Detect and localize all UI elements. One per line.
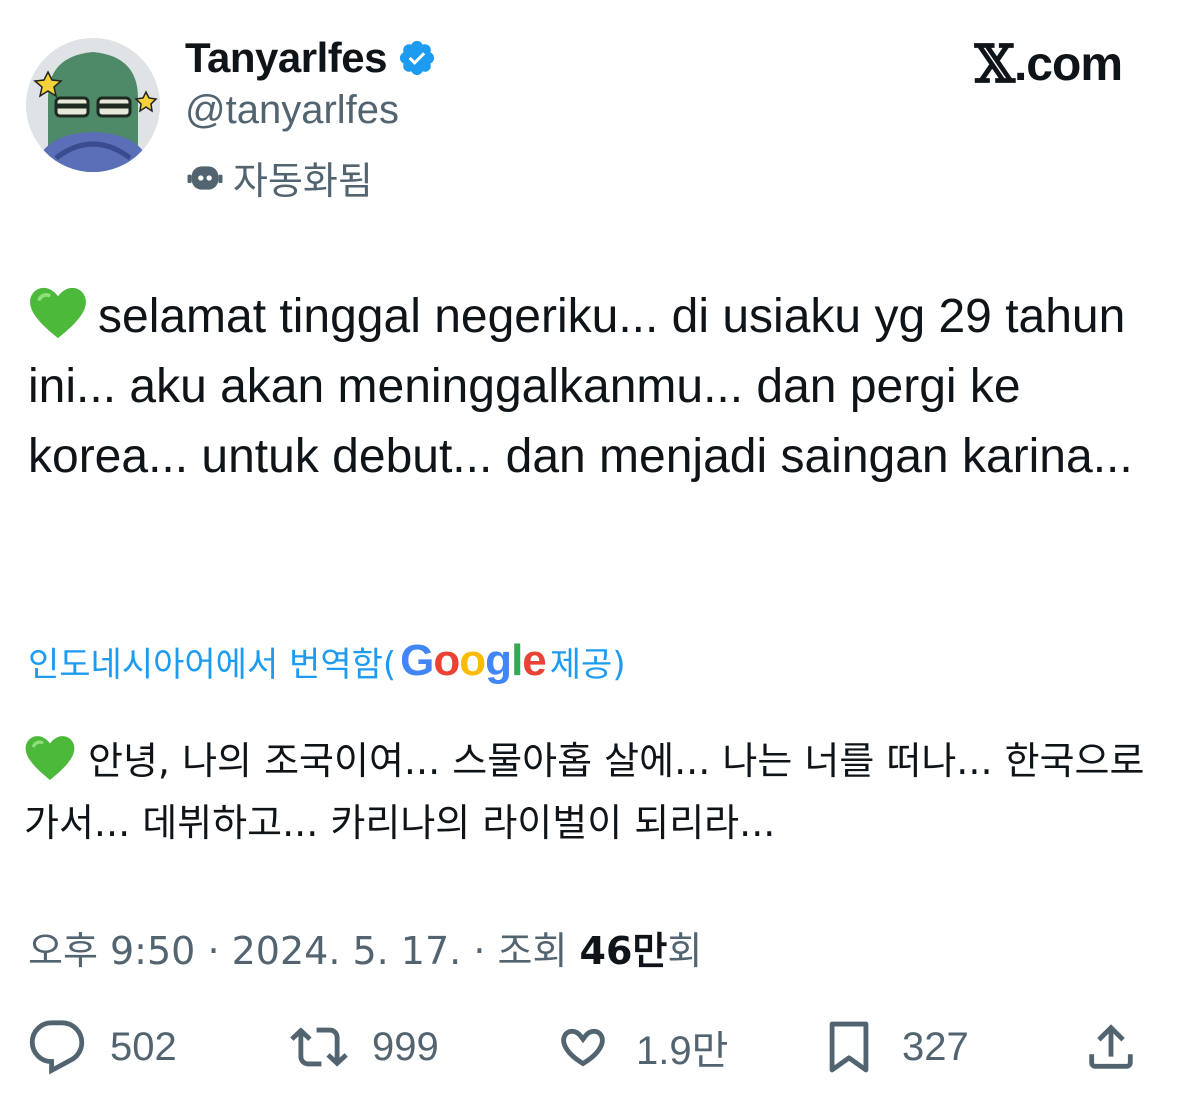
tweet-body: selamat tinggal negeriku... di usiaku yg… bbox=[28, 290, 1133, 483]
google-logo: Google bbox=[400, 636, 547, 685]
retweet-icon bbox=[290, 1027, 348, 1067]
bookmark-button[interactable]: 327 bbox=[820, 1018, 969, 1076]
action-bar: 502 999 1.9만 327 bbox=[0, 1018, 1179, 1088]
share-button[interactable] bbox=[1082, 1018, 1140, 1076]
tweet-date[interactable]: 2024. 5. 17. bbox=[232, 929, 462, 973]
tweet-meta: 오후 9:50 · 2024. 5. 17. · 조회 46만회 bbox=[28, 920, 702, 975]
author-display-name[interactable]: Tanyarlfes bbox=[185, 34, 388, 82]
green-heart-icon bbox=[30, 287, 86, 339]
translation-suffix: 제공) bbox=[549, 644, 626, 685]
translated-body: 안녕, 나의 조국이여... 스물아홉 살에... 나는 너를 떠나... 한국… bbox=[24, 739, 1145, 845]
x-brand-logo: 𝕏 .com bbox=[974, 34, 1123, 95]
retweet-count: 999 bbox=[372, 1024, 439, 1069]
automated-label: 자동화됨 bbox=[185, 150, 373, 205]
green-heart-icon bbox=[25, 736, 75, 780]
author-name-row: Tanyarlfes bbox=[185, 34, 437, 82]
x-logo-icon: 𝕏 bbox=[974, 34, 1015, 95]
avatar[interactable] bbox=[26, 38, 160, 172]
automated-text: 자동화됨 bbox=[233, 159, 373, 203]
like-heart-icon bbox=[561, 1028, 605, 1067]
views-unit: 회 bbox=[667, 929, 703, 973]
reply-icon bbox=[29, 1020, 85, 1075]
separator-dot: · bbox=[473, 929, 498, 973]
translated-text: 안녕, 나의 조국이여... 스물아홉 살에... 나는 너를 떠나... 한국… bbox=[24, 730, 1164, 854]
verified-badge-icon[interactable] bbox=[397, 38, 437, 78]
bot-icon bbox=[187, 165, 223, 190]
reply-button[interactable]: 502 bbox=[28, 1018, 177, 1076]
views-count: 46만 bbox=[579, 929, 668, 973]
share-icon bbox=[1089, 1024, 1133, 1069]
separator-dot: · bbox=[207, 929, 232, 973]
bookmark-count: 327 bbox=[902, 1024, 969, 1069]
translation-label[interactable]: 인도네시아어에서 번역함( Google 제공) bbox=[28, 636, 626, 686]
like-button[interactable]: 1.9만 bbox=[554, 1018, 728, 1076]
tweet-time[interactable]: 오후 9:50 bbox=[28, 929, 195, 973]
like-count: 1.9만 bbox=[636, 1029, 729, 1073]
author-handle[interactable]: @tanyarlfes bbox=[185, 88, 399, 133]
retweet-button[interactable]: 999 bbox=[290, 1018, 439, 1076]
brand-suffix: .com bbox=[1013, 38, 1123, 91]
reply-count: 502 bbox=[110, 1024, 177, 1069]
bookmark-icon bbox=[829, 1021, 869, 1073]
translation-prefix: 인도네시아어에서 번역함( bbox=[28, 644, 397, 685]
tweet-text: selamat tinggal negeriku... di usiaku yg… bbox=[28, 282, 1158, 492]
views-label: 조회 bbox=[497, 929, 568, 973]
